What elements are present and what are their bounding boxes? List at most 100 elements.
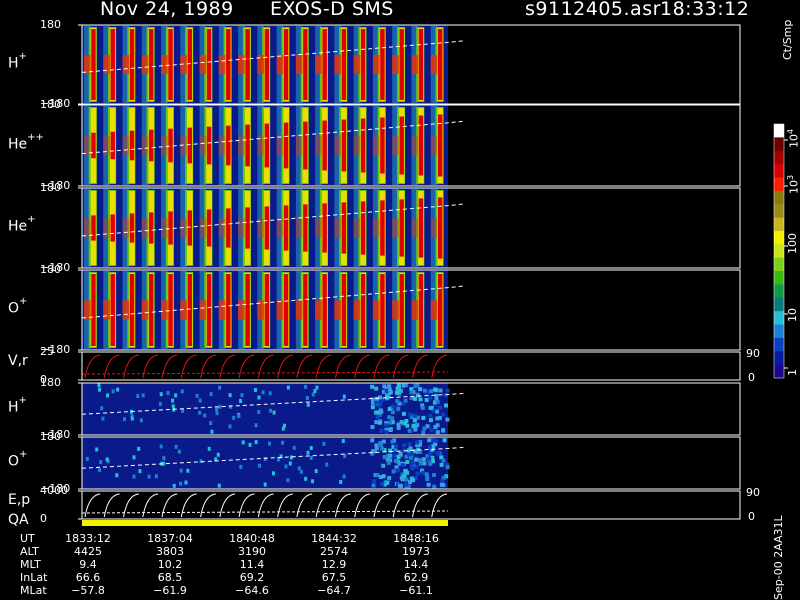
sparse-count	[263, 482, 267, 487]
sparse-count	[435, 400, 440, 405]
footer-value: 68.5	[157, 571, 183, 584]
sparse-count	[85, 456, 89, 461]
heatmap-cell	[160, 300, 168, 320]
heatmap-cell	[103, 135, 110, 156]
sparse-count	[411, 423, 416, 428]
y-tick-max: 180	[40, 18, 61, 31]
panel-vr-blank	[82, 352, 448, 380]
heatmap-cell	[226, 29, 231, 100]
heatmap-cell	[295, 218, 303, 238]
heatmap-cell	[199, 300, 207, 320]
sparse-count	[311, 479, 315, 484]
sparse-count	[417, 458, 422, 463]
colorbar-segment	[774, 190, 784, 205]
sparse-count	[388, 427, 393, 432]
sparse-count	[390, 416, 395, 421]
sparse-count	[396, 406, 401, 411]
heatmap-cell	[245, 274, 250, 346]
heatmap-cell	[430, 135, 438, 156]
footer-value: 69.2	[239, 571, 265, 584]
heatmap-cell	[160, 55, 168, 74]
heatmap-cell	[283, 122, 289, 169]
panel-label-sup: ++	[27, 131, 44, 143]
panel-label-sup: +	[18, 50, 27, 62]
heatmap-cell	[141, 55, 149, 74]
sparse-count	[429, 389, 434, 394]
sparse-count	[111, 389, 115, 394]
y-tick-max: 180	[40, 376, 61, 389]
sparse-count	[396, 387, 401, 392]
panel-label-h-plus: H+	[8, 50, 27, 71]
panel-label-he-plus: He+	[8, 214, 36, 234]
heatmap-cell	[360, 29, 366, 100]
footer-value: 2574	[320, 545, 348, 558]
heatmap-cell	[437, 29, 443, 100]
footer-row-name: InLat	[20, 571, 48, 584]
heatmap-cell	[122, 218, 130, 238]
heatmap-cell	[122, 135, 130, 156]
sparse-count	[281, 440, 285, 445]
sparse-count	[240, 393, 244, 398]
colorbar-segment	[774, 284, 784, 299]
panel-label-o-plus: O+	[8, 296, 27, 316]
heatmap-cell	[83, 218, 91, 238]
sparse-count	[402, 473, 407, 478]
sparse-count	[380, 482, 385, 487]
sparse-count	[288, 461, 292, 466]
heatmap-cell	[276, 55, 284, 74]
panel-label-h-plus-2: H+	[8, 395, 27, 415]
sparse-count	[428, 405, 433, 410]
heatmap-cell	[399, 199, 404, 257]
heatmap-cell	[353, 135, 361, 156]
heatmap-cell	[276, 135, 284, 156]
sparse-count	[391, 404, 396, 409]
sparse-count	[261, 390, 265, 395]
heatmap-cell	[245, 29, 250, 100]
heatmap-cell	[322, 203, 327, 253]
sparse-count	[427, 438, 432, 443]
sparse-count	[370, 405, 375, 410]
colorbar-tick-label: 103	[786, 175, 800, 194]
heatmap-cell	[276, 300, 284, 320]
sparse-count	[313, 388, 317, 393]
heatmap-cell	[91, 29, 96, 100]
heatmap-cell	[264, 206, 270, 250]
heatmap-cell	[353, 55, 361, 74]
colorbar-title: Ct/Smp	[781, 19, 794, 60]
sparse-count	[378, 443, 383, 448]
heatmap-cell	[295, 135, 303, 156]
sparse-count	[286, 385, 290, 390]
sparse-count	[180, 389, 184, 394]
sparse-count	[263, 457, 267, 462]
sparse-count	[378, 475, 383, 480]
heatmap-cell	[103, 300, 110, 320]
footer-value: 10.2	[157, 558, 183, 571]
footer-value: 1837:04	[147, 532, 193, 545]
heatmap-cell	[83, 300, 91, 320]
heatmap-cell	[399, 116, 404, 175]
y-tick-min: 0	[40, 512, 47, 525]
sparse-count	[98, 387, 102, 392]
sparse-count	[215, 411, 219, 416]
heatmap-cell	[129, 29, 135, 100]
sparse-count	[374, 400, 379, 405]
colorbar-segment	[774, 244, 784, 259]
heatmap-cell	[91, 215, 96, 241]
heatmap-cell	[149, 274, 154, 346]
heatmap-cell	[187, 274, 193, 346]
sparse-count	[198, 410, 202, 415]
sparse-count	[425, 475, 430, 480]
colorbar-tick-label: 10	[786, 308, 799, 322]
sparse-count	[441, 428, 446, 433]
panel-o-plus-2-data-area	[82, 437, 448, 489]
footer-row-name: MLT	[20, 558, 41, 571]
sparse-count	[404, 418, 409, 423]
sparse-count	[428, 418, 433, 423]
sparse-count	[385, 480, 390, 485]
heatmap-cell	[418, 115, 424, 176]
sparse-count	[445, 388, 450, 393]
sparse-count	[342, 474, 346, 479]
heatmap-cell	[187, 29, 193, 100]
y-tick-max: 180	[40, 98, 61, 111]
heatmap-cell	[199, 55, 207, 74]
